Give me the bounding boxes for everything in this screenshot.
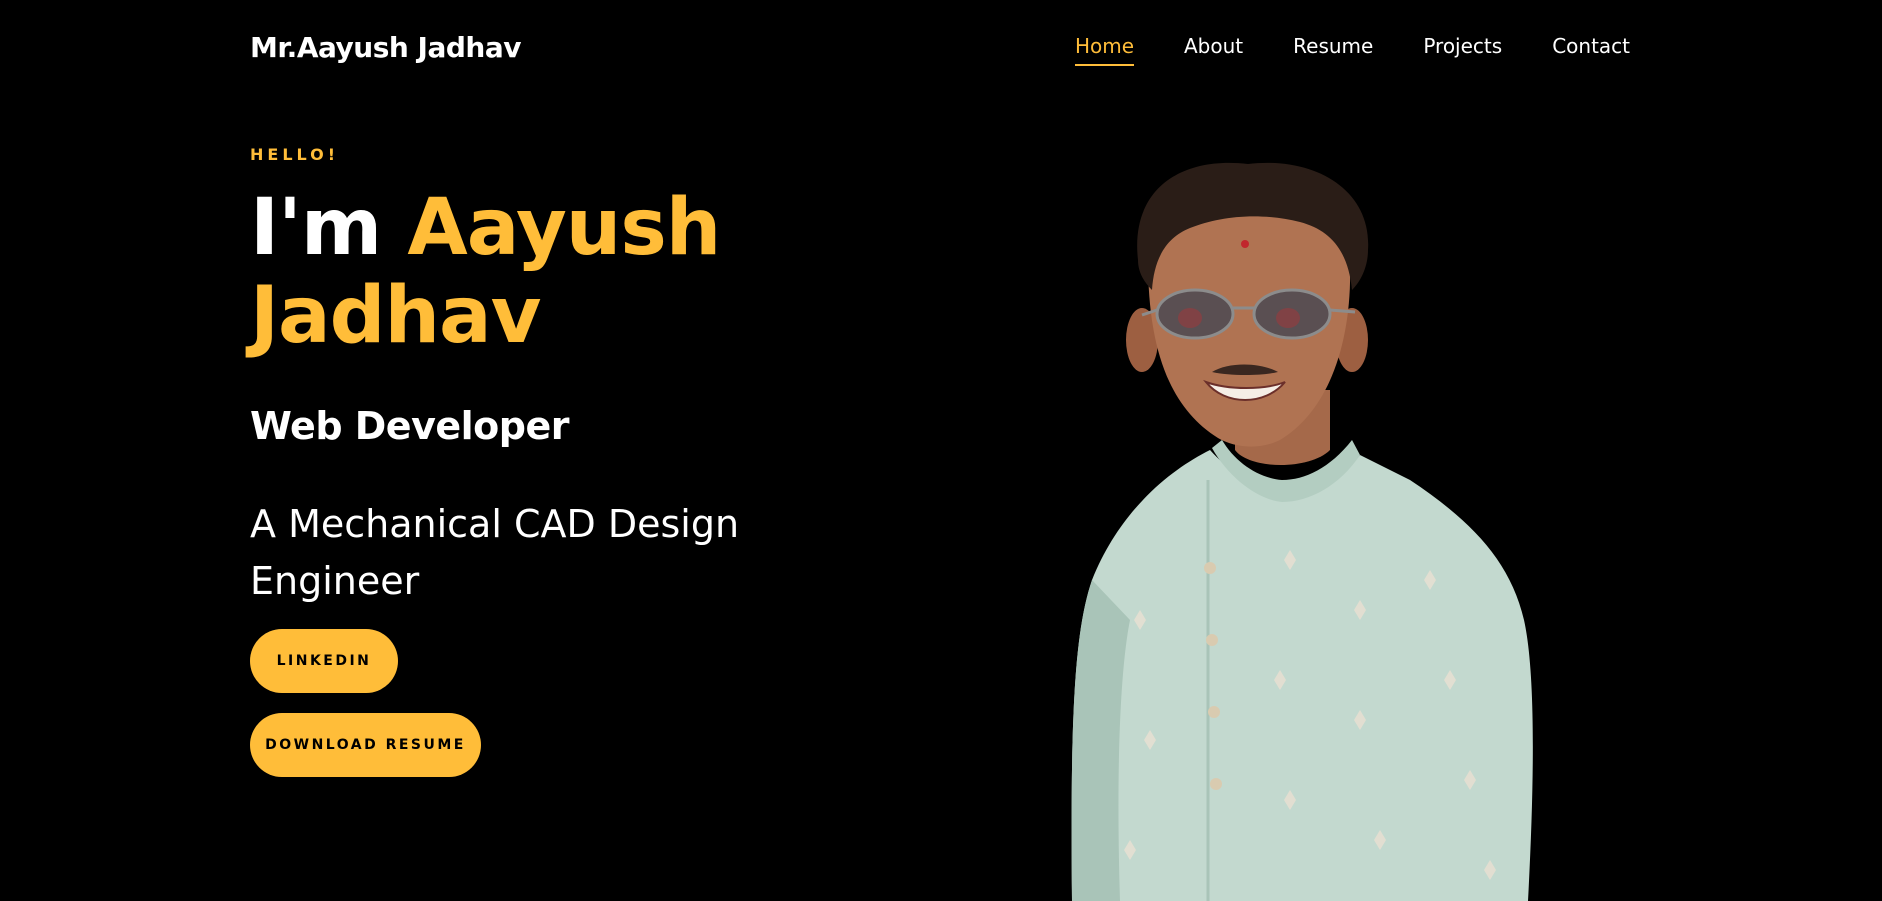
profile-photo bbox=[1071, 162, 1533, 901]
nav-item-projects[interactable]: Projects bbox=[1423, 34, 1502, 66]
hero-text: HELLO! I'm Aayush Jadhav Web Developer A … bbox=[250, 145, 870, 610]
headline-im: I'm bbox=[250, 183, 382, 273]
nav-item-resume[interactable]: Resume bbox=[1293, 34, 1373, 66]
nav-item-contact[interactable]: Contact bbox=[1552, 34, 1630, 66]
linkedin-button[interactable]: LINKEDIN bbox=[250, 629, 398, 693]
portrait-shirt bbox=[1071, 450, 1533, 901]
download-resume-button[interactable]: DOWNLOAD RESUME bbox=[250, 713, 481, 777]
brand-logo[interactable]: Mr.Aayush Jadhav bbox=[250, 31, 522, 64]
headline-last-name: Jadhav bbox=[250, 271, 541, 361]
navbar: Mr.Aayush Jadhav Home About Resume Proje… bbox=[250, 0, 1632, 96]
tagline: A Mechanical CAD Design Engineer bbox=[250, 502, 740, 603]
nav-menu: Home About Resume Projects Contact bbox=[1074, 34, 1630, 66]
page: Mr.Aayush Jadhav Home About Resume Proje… bbox=[0, 0, 1882, 901]
greeting: HELLO! bbox=[250, 145, 340, 164]
nav-item-about[interactable]: About bbox=[1184, 34, 1243, 66]
headline-first-name: Aayush bbox=[407, 183, 721, 273]
hero-headline: I'm Aayush Jadhav bbox=[250, 184, 870, 360]
role-title: Web Developer bbox=[250, 404, 569, 448]
nav-item-home[interactable]: Home bbox=[1074, 34, 1134, 66]
